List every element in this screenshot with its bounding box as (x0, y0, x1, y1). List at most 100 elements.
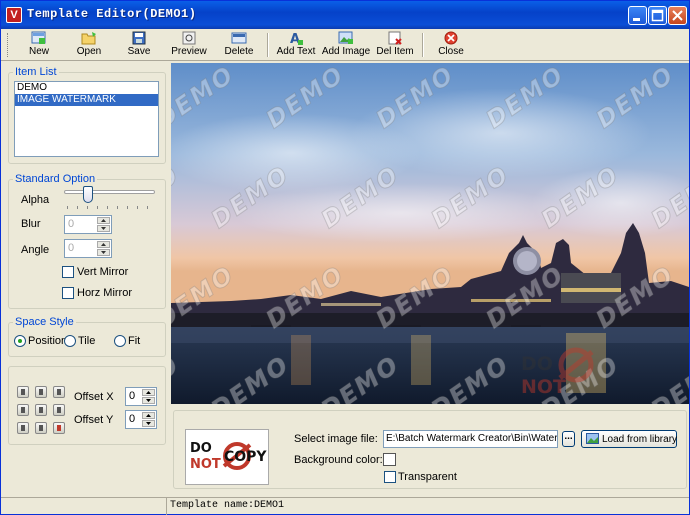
image-settings-panel: DO NOT COPY Select image file: E:\Batch … (171, 407, 689, 493)
svg-text:DO: DO (521, 353, 553, 375)
align-top-right[interactable] (53, 386, 65, 398)
delete-icon (231, 32, 247, 44)
slider-tick (77, 206, 78, 209)
vert-mirror-checkbox[interactable] (62, 266, 74, 278)
image-file-path-input[interactable]: E:\Batch Watermark Creator\Bin\Watermar (383, 430, 558, 448)
blur-spin-arrows[interactable] (97, 217, 110, 232)
angle-spin-arrows[interactable] (97, 241, 110, 256)
angle-value: 0 (68, 242, 75, 254)
space-style-title: Space Style (13, 316, 76, 328)
delete-button[interactable]: Delete (215, 30, 263, 60)
transparent-checkbox[interactable] (384, 471, 396, 483)
window-close-button[interactable] (668, 6, 687, 25)
slider-tick (147, 206, 148, 209)
add-text-button[interactable]: A Add Text (272, 30, 320, 60)
slider-tick (87, 206, 88, 209)
offset-x-label: Offset X (74, 391, 114, 403)
open-button[interactable]: Open (65, 30, 113, 60)
slider-tick (117, 206, 118, 209)
spin-up-icon[interactable] (97, 217, 110, 224)
spin-down-icon[interactable] (142, 420, 155, 427)
spin-up-icon[interactable] (142, 389, 155, 396)
save-button[interactable]: Save (115, 30, 163, 60)
window-title: Template Editor(DEMO1) (27, 7, 197, 21)
item-list[interactable]: DEMO IMAGE WATERMARK (14, 81, 159, 157)
fit-radio[interactable] (114, 335, 126, 347)
tile-label: Tile (78, 335, 96, 347)
svg-text:NOT: NOT (521, 376, 566, 398)
svg-text:NOT: NOT (190, 457, 221, 472)
toolbar: New Open Save Preview Delete A Add Text … (1, 29, 689, 61)
horz-mirror-checkbox[interactable] (62, 287, 74, 299)
new-button[interactable]: New (15, 30, 63, 60)
transparent-label: Transparent (398, 471, 457, 483)
status-divider (166, 498, 167, 515)
floppy-icon (132, 31, 146, 45)
image-file-path-value: E:\Batch Watermark Creator\Bin\Watermar (386, 433, 558, 444)
align-bottom-left[interactable] (17, 422, 29, 434)
align-top-left[interactable] (17, 386, 29, 398)
list-item-image-watermark[interactable]: IMAGE WATERMARK (15, 94, 158, 106)
browse-button[interactable]: ... (562, 431, 575, 447)
align-bottom-center[interactable] (35, 422, 47, 434)
do-not-copy-stamp: DO NOT (521, 347, 594, 398)
slider-tick (137, 206, 138, 209)
position-radio[interactable] (14, 335, 26, 347)
item-list-group: Item List DEMO IMAGE WATERMARK (8, 66, 166, 164)
align-center[interactable] (35, 404, 47, 416)
align-middle-right[interactable] (53, 404, 65, 416)
maximize-button[interactable] (648, 6, 667, 25)
angle-spinner[interactable]: 0 (64, 239, 112, 258)
svg-text:COPY: COPY (224, 449, 267, 465)
toolbar-grip[interactable] (7, 33, 10, 57)
svg-text:DO: DO (190, 441, 212, 456)
background-color-swatch[interactable] (383, 453, 396, 466)
select-image-label: Select image file: (294, 433, 378, 445)
spin-down-icon[interactable] (97, 249, 110, 256)
position-label: Position (28, 335, 68, 347)
spin-down-icon[interactable] (97, 225, 110, 232)
align-middle-left[interactable] (17, 404, 29, 416)
slider-tick (127, 206, 128, 209)
load-from-library-label: Load from library (602, 434, 678, 445)
library-icon (586, 433, 599, 444)
preview-canvas[interactable]: DEMO DEMO DEMO DEMO DEMO DEMO DEMO DEMO DEMO DEMO… (171, 63, 689, 404)
tile-radio[interactable] (64, 335, 76, 347)
image-thumbnail: DO NOT COPY (185, 429, 269, 485)
minimize-button[interactable] (628, 6, 647, 25)
add-text-icon: A (290, 32, 303, 45)
alpha-slider-track[interactable] (64, 190, 155, 194)
standard-option-title: Standard Option (13, 173, 98, 185)
alpha-label: Alpha (21, 194, 50, 206)
spin-up-icon[interactable] (142, 412, 155, 419)
blur-spinner[interactable]: 0 (64, 215, 112, 234)
add-image-button[interactable]: Add Image (321, 30, 371, 60)
load-from-library-button[interactable]: Load from library (581, 430, 677, 448)
add-image-icon (338, 31, 353, 44)
offset-y-spinner[interactable]: 0 (125, 410, 157, 429)
title-bar[interactable]: V Template Editor(DEMO1) (1, 1, 689, 29)
offset-x-spinner[interactable]: 0 (125, 387, 157, 406)
list-item-demo[interactable]: DEMO (15, 82, 158, 94)
offset-x-value: 0 (129, 390, 136, 402)
vert-mirror-label: Vert Mirror (77, 266, 129, 278)
toolbar-separator (422, 33, 424, 57)
app-window: V Template Editor(DEMO1) New Open Save P… (0, 0, 690, 515)
close-button[interactable]: Close (428, 30, 474, 60)
alpha-slider-thumb[interactable] (83, 186, 93, 203)
slider-tick (107, 206, 108, 209)
align-top-center[interactable] (35, 386, 47, 398)
align-bottom-right[interactable] (53, 422, 65, 434)
preview-button[interactable]: Preview (165, 30, 213, 60)
do-not-copy-logo: DO NOT COPY (190, 441, 267, 472)
app-logo-icon: V (6, 7, 22, 23)
preview-icon (182, 31, 196, 45)
offset-y-arrows[interactable] (142, 412, 155, 427)
spin-up-icon[interactable] (97, 241, 110, 248)
new-doc-icon (31, 31, 46, 44)
spin-down-icon[interactable] (142, 397, 155, 404)
slider-tick (67, 206, 68, 209)
status-bar: Template name:DEMO1 (1, 497, 689, 515)
del-item-button[interactable]: Del Item (373, 30, 417, 60)
offset-x-arrows[interactable] (142, 389, 155, 404)
